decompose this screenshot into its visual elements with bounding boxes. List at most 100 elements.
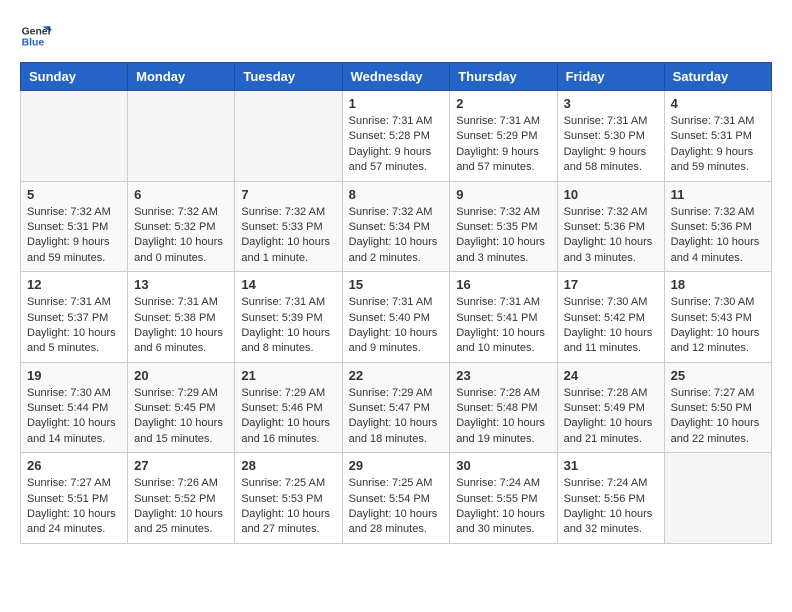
day-info: Sunrise: 7:32 AM Sunset: 5:34 PM Dayligh…	[349, 205, 444, 267]
calendar-day-cell: 17 Sunrise: 7:30 AM Sunset: 5:42 PM Dayli…	[557, 272, 664, 363]
weekday-header-thursday: Thursday	[450, 63, 557, 91]
day-info: Sunrise: 7:31 AM Sunset: 5:40 PM Dayligh…	[349, 295, 444, 357]
day-number: 7	[241, 187, 335, 202]
weekday-header-monday: Monday	[128, 63, 235, 91]
day-number: 22	[349, 368, 444, 383]
day-info: Sunrise: 7:31 AM Sunset: 5:38 PM Dayligh…	[134, 295, 228, 357]
page-header: General Blue	[20, 20, 772, 52]
day-info: Sunrise: 7:30 AM Sunset: 5:43 PM Dayligh…	[671, 295, 765, 357]
day-number: 8	[349, 187, 444, 202]
calendar-day-cell: 28 Sunrise: 7:25 AM Sunset: 5:53 PM Dayli…	[235, 453, 342, 544]
day-info: Sunrise: 7:31 AM Sunset: 5:30 PM Dayligh…	[564, 114, 658, 176]
day-number: 24	[564, 368, 658, 383]
day-number: 2	[456, 96, 550, 111]
calendar-day-cell: 12Sunrise: 7:31 AM Sunset: 5:37 PM Dayli…	[21, 272, 128, 363]
day-info: Sunrise: 7:31 AM Sunset: 5:31 PM Dayligh…	[671, 114, 765, 176]
weekday-header-tuesday: Tuesday	[235, 63, 342, 91]
day-info: Sunrise: 7:28 AM Sunset: 5:49 PM Dayligh…	[564, 386, 658, 448]
calendar-day-cell: 1 Sunrise: 7:31 AM Sunset: 5:28 PM Daylig…	[342, 91, 450, 182]
calendar-week-row: 12Sunrise: 7:31 AM Sunset: 5:37 PM Dayli…	[21, 272, 772, 363]
calendar-day-cell: 27Sunrise: 7:26 AM Sunset: 5:52 PM Dayli…	[128, 453, 235, 544]
calendar-week-row: 19Sunrise: 7:30 AM Sunset: 5:44 PM Dayli…	[21, 362, 772, 453]
calendar-day-cell: 26 Sunrise: 7:27 AM Sunset: 5:51 PM Dayli…	[21, 453, 128, 544]
day-info: Sunrise: 7:30 AM Sunset: 5:42 PM Dayligh…	[564, 295, 658, 357]
day-number: 29	[349, 458, 444, 473]
day-number: 4	[671, 96, 765, 111]
day-number: 6	[134, 187, 228, 202]
day-number: 30	[456, 458, 550, 473]
calendar-day-cell: 5 Sunrise: 7:32 AM Sunset: 5:31 PM Daylig…	[21, 181, 128, 272]
calendar-day-cell: 22 Sunrise: 7:29 AM Sunset: 5:47 PM Dayli…	[342, 362, 450, 453]
day-info: Sunrise: 7:29 AM Sunset: 5:46 PM Dayligh…	[241, 386, 335, 448]
day-number: 27	[134, 458, 228, 473]
calendar-week-row: 5 Sunrise: 7:32 AM Sunset: 5:31 PM Daylig…	[21, 181, 772, 272]
day-number: 9	[456, 187, 550, 202]
calendar-day-cell	[128, 91, 235, 182]
logo-icon: General Blue	[20, 20, 52, 52]
day-number: 21	[241, 368, 335, 383]
calendar-day-cell	[664, 453, 771, 544]
calendar-day-cell: 30 Sunrise: 7:24 AM Sunset: 5:55 PM Dayli…	[450, 453, 557, 544]
calendar-day-cell: 11Sunrise: 7:32 AM Sunset: 5:36 PM Dayli…	[664, 181, 771, 272]
day-number: 3	[564, 96, 658, 111]
day-info: Sunrise: 7:32 AM Sunset: 5:33 PM Dayligh…	[241, 205, 335, 267]
calendar-day-cell: 21 Sunrise: 7:29 AM Sunset: 5:46 PM Dayli…	[235, 362, 342, 453]
day-info: Sunrise: 7:31 AM Sunset: 5:41 PM Dayligh…	[456, 295, 550, 357]
weekday-header-wednesday: Wednesday	[342, 63, 450, 91]
calendar-day-cell: 9 Sunrise: 7:32 AM Sunset: 5:35 PM Daylig…	[450, 181, 557, 272]
logo: General Blue	[20, 20, 52, 52]
day-info: Sunrise: 7:32 AM Sunset: 5:36 PM Dayligh…	[564, 205, 658, 267]
day-info: Sunrise: 7:32 AM Sunset: 5:36 PM Dayligh…	[671, 205, 765, 267]
day-info: Sunrise: 7:27 AM Sunset: 5:51 PM Dayligh…	[27, 476, 121, 538]
day-info: Sunrise: 7:28 AM Sunset: 5:48 PM Dayligh…	[456, 386, 550, 448]
day-number: 13	[134, 277, 228, 292]
day-info: Sunrise: 7:32 AM Sunset: 5:32 PM Dayligh…	[134, 205, 228, 267]
calendar-day-cell: 19Sunrise: 7:30 AM Sunset: 5:44 PM Dayli…	[21, 362, 128, 453]
day-info: Sunrise: 7:31 AM Sunset: 5:39 PM Dayligh…	[241, 295, 335, 357]
calendar-day-cell: 18 Sunrise: 7:30 AM Sunset: 5:43 PM Dayli…	[664, 272, 771, 363]
calendar-day-cell: 24 Sunrise: 7:28 AM Sunset: 5:49 PM Dayli…	[557, 362, 664, 453]
calendar-day-cell: 14 Sunrise: 7:31 AM Sunset: 5:39 PM Dayli…	[235, 272, 342, 363]
calendar-day-cell: 25Sunrise: 7:27 AM Sunset: 5:50 PM Dayli…	[664, 362, 771, 453]
calendar-week-row: 1 Sunrise: 7:31 AM Sunset: 5:28 PM Daylig…	[21, 91, 772, 182]
calendar-day-cell: 20Sunrise: 7:29 AM Sunset: 5:45 PM Dayli…	[128, 362, 235, 453]
day-number: 1	[349, 96, 444, 111]
day-number: 10	[564, 187, 658, 202]
calendar-day-cell: 3 Sunrise: 7:31 AM Sunset: 5:30 PM Daylig…	[557, 91, 664, 182]
weekday-header-friday: Friday	[557, 63, 664, 91]
day-info: Sunrise: 7:24 AM Sunset: 5:55 PM Dayligh…	[456, 476, 550, 538]
calendar-week-row: 26 Sunrise: 7:27 AM Sunset: 5:51 PM Dayli…	[21, 453, 772, 544]
calendar-day-cell	[235, 91, 342, 182]
calendar-day-cell: 29Sunrise: 7:25 AM Sunset: 5:54 PM Dayli…	[342, 453, 450, 544]
day-info: Sunrise: 7:31 AM Sunset: 5:29 PM Dayligh…	[456, 114, 550, 176]
weekday-header-sunday: Sunday	[21, 63, 128, 91]
calendar-day-cell: 16 Sunrise: 7:31 AM Sunset: 5:41 PM Dayli…	[450, 272, 557, 363]
calendar-day-cell	[21, 91, 128, 182]
day-number: 31	[564, 458, 658, 473]
day-info: Sunrise: 7:27 AM Sunset: 5:50 PM Dayligh…	[671, 386, 765, 448]
day-number: 18	[671, 277, 765, 292]
day-number: 20	[134, 368, 228, 383]
day-info: Sunrise: 7:30 AM Sunset: 5:44 PM Dayligh…	[27, 386, 121, 448]
day-number: 17	[564, 277, 658, 292]
day-number: 26	[27, 458, 121, 473]
calendar-day-cell: 6 Sunrise: 7:32 AM Sunset: 5:32 PM Daylig…	[128, 181, 235, 272]
day-info: Sunrise: 7:31 AM Sunset: 5:28 PM Dayligh…	[349, 114, 444, 176]
day-info: Sunrise: 7:32 AM Sunset: 5:35 PM Dayligh…	[456, 205, 550, 267]
day-info: Sunrise: 7:29 AM Sunset: 5:47 PM Dayligh…	[349, 386, 444, 448]
calendar-day-cell: 2 Sunrise: 7:31 AM Sunset: 5:29 PM Daylig…	[450, 91, 557, 182]
weekday-header-saturday: Saturday	[664, 63, 771, 91]
day-info: Sunrise: 7:32 AM Sunset: 5:31 PM Dayligh…	[27, 205, 121, 267]
day-info: Sunrise: 7:25 AM Sunset: 5:53 PM Dayligh…	[241, 476, 335, 538]
calendar-day-cell: 15Sunrise: 7:31 AM Sunset: 5:40 PM Dayli…	[342, 272, 450, 363]
calendar-day-cell: 31Sunrise: 7:24 AM Sunset: 5:56 PM Dayli…	[557, 453, 664, 544]
day-number: 28	[241, 458, 335, 473]
day-number: 5	[27, 187, 121, 202]
calendar-day-cell: 4 Sunrise: 7:31 AM Sunset: 5:31 PM Daylig…	[664, 91, 771, 182]
day-number: 16	[456, 277, 550, 292]
day-number: 12	[27, 277, 121, 292]
calendar-day-cell: 10 Sunrise: 7:32 AM Sunset: 5:36 PM Dayli…	[557, 181, 664, 272]
day-number: 14	[241, 277, 335, 292]
calendar-day-cell: 7 Sunrise: 7:32 AM Sunset: 5:33 PM Daylig…	[235, 181, 342, 272]
day-number: 23	[456, 368, 550, 383]
